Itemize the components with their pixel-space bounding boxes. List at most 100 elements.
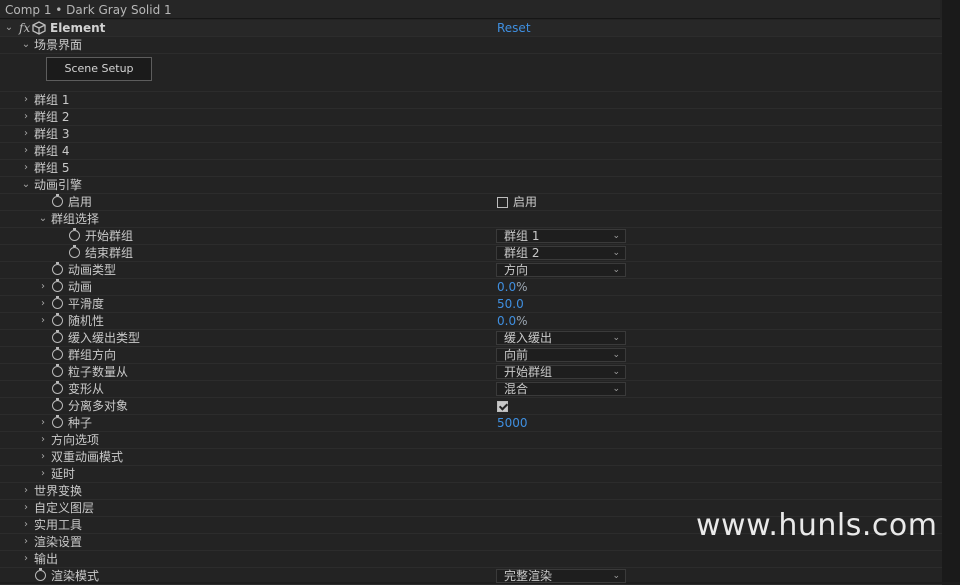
chevron-right-icon[interactable]: › [38, 468, 48, 480]
stopwatch-icon[interactable] [52, 296, 63, 309]
property-list: ⌄ fx Element Reset ⌄ 场景界面 Scene Setup › … [0, 20, 942, 585]
unit-label: % [516, 314, 528, 328]
chevron-right-icon[interactable]: › [21, 485, 31, 497]
chevron-right-icon[interactable]: › [21, 94, 31, 106]
effect-header-row[interactable]: ⌄ fx Element Reset [0, 20, 942, 37]
stopwatch-icon[interactable] [35, 568, 46, 581]
chevron-right-icon[interactable]: › [21, 553, 31, 565]
chevron-right-icon[interactable]: › [38, 281, 48, 293]
chevron-down-icon[interactable]: ⌄ [38, 213, 48, 225]
transform-dropdown[interactable]: 混合 ⌄ [496, 382, 626, 396]
particle-count-dropdown[interactable]: 开始群组 ⌄ [496, 365, 626, 379]
scene-section-label: 场景界面 [34, 38, 83, 52]
enable-label: 启用 [68, 195, 93, 209]
group-row[interactable]: › 群组 1 [0, 92, 942, 109]
world-transform-row[interactable]: › 世界变换 [0, 483, 942, 500]
chevron-down-icon[interactable]: ⌄ [21, 39, 31, 51]
ease-dropdown[interactable]: 缓入缓出 ⌄ [496, 331, 626, 345]
chevron-right-icon[interactable]: › [21, 162, 31, 174]
scene-setup-button[interactable]: Scene Setup [46, 57, 152, 81]
stopwatch-icon[interactable] [52, 347, 63, 360]
enable-checkbox[interactable] [497, 197, 508, 208]
end-group-dropdown[interactable]: 群组 2 ⌄ [496, 246, 626, 260]
chevron-right-icon[interactable]: › [38, 417, 48, 429]
dir-options-row[interactable]: › 方向选项 [0, 432, 942, 449]
stopwatch-icon[interactable] [52, 364, 63, 377]
separate-row: 分离多对象 [0, 398, 942, 415]
chevron-right-icon[interactable]: › [21, 128, 31, 140]
anim-engine-row[interactable]: ⌄ 动画引擎 [0, 177, 942, 194]
fx-icon[interactable]: fx [19, 20, 30, 37]
output-label: 输出 [34, 552, 59, 566]
anim-value[interactable]: 0.0% [497, 279, 528, 296]
chevron-down-icon: ⌄ [612, 231, 620, 241]
seed-value[interactable]: 5000 [497, 415, 528, 432]
transform-label: 变形从 [68, 382, 105, 396]
start-group-label: 开始群组 [85, 229, 134, 243]
group-select-row[interactable]: ⌄ 群组选择 [0, 211, 942, 228]
transform-row: 变形从 混合 ⌄ [0, 381, 942, 398]
render-mode-dropdown[interactable]: 完整渲染 ⌄ [496, 569, 626, 583]
anim-type-dropdown[interactable]: 方向 ⌄ [496, 263, 626, 277]
cube-icon [32, 21, 46, 35]
dropdown-value: 完整渲染 [504, 569, 553, 583]
stopwatch-icon[interactable] [69, 228, 80, 241]
delay-row[interactable]: › 延时 [0, 466, 942, 483]
chevron-right-icon[interactable]: › [21, 536, 31, 548]
stopwatch-icon[interactable] [52, 279, 63, 292]
chevron-right-icon[interactable]: › [38, 434, 48, 446]
chevron-down-icon[interactable]: ⌄ [4, 22, 14, 34]
dropdown-value: 混合 [504, 382, 529, 396]
group-dir-dropdown[interactable]: 向前 ⌄ [496, 348, 626, 362]
render-settings-label: 渲染设置 [34, 535, 83, 549]
smooth-row: › 平滑度 50.0 [0, 296, 942, 313]
start-group-dropdown[interactable]: 群组 1 ⌄ [496, 229, 626, 243]
chevron-right-icon[interactable]: › [21, 502, 31, 514]
chevron-right-icon[interactable]: › [38, 451, 48, 463]
render-mode-row: 渲染模式 完整渲染 ⌄ [0, 568, 942, 585]
stopwatch-icon[interactable] [52, 313, 63, 326]
group-select-label: 群组选择 [51, 212, 100, 226]
chevron-down-icon: ⌄ [612, 333, 620, 343]
numeric-value[interactable]: 0.0 [497, 280, 516, 294]
chevron-right-icon[interactable]: › [21, 111, 31, 123]
anim-type-label: 动画类型 [68, 263, 117, 277]
chevron-down-icon: ⌄ [612, 367, 620, 377]
anim-type-row: 动画类型 方向 ⌄ [0, 262, 942, 279]
seed-label: 种子 [68, 416, 93, 430]
group-label: 群组 3 [34, 127, 70, 141]
stopwatch-icon[interactable] [52, 194, 63, 207]
watermark: www.hunls.com [696, 508, 938, 543]
dropdown-value: 缓入缓出 [504, 331, 553, 345]
chevron-right-icon[interactable]: › [21, 145, 31, 157]
group-label: 群组 2 [34, 110, 70, 124]
stopwatch-icon[interactable] [52, 381, 63, 394]
group-label: 群组 4 [34, 144, 70, 158]
chevron-right-icon[interactable]: › [38, 315, 48, 327]
stopwatch-icon[interactable] [52, 330, 63, 343]
chevron-right-icon[interactable]: › [38, 298, 48, 310]
output-row[interactable]: › 输出 [0, 551, 942, 568]
stopwatch-icon[interactable] [52, 262, 63, 275]
group-row[interactable]: › 群组 3 [0, 126, 942, 143]
stopwatch-icon[interactable] [52, 415, 63, 428]
seed-row: › 种子 5000 [0, 415, 942, 432]
chevron-down-icon: ⌄ [612, 350, 620, 360]
chevron-right-icon[interactable]: › [21, 519, 31, 531]
stopwatch-icon[interactable] [52, 398, 63, 411]
scrollbar[interactable] [942, 0, 960, 582]
chevron-down-icon: ⌄ [612, 248, 620, 258]
group-row[interactable]: › 群组 5 [0, 160, 942, 177]
reset-link[interactable]: Reset [497, 20, 531, 37]
dual-anim-row[interactable]: › 双重动画模式 [0, 449, 942, 466]
random-value[interactable]: 0.0% [497, 313, 528, 330]
smooth-value[interactable]: 50.0 [497, 296, 524, 313]
enable-checkbox-label[interactable]: 启用 [513, 194, 537, 211]
scene-section-row[interactable]: ⌄ 场景界面 [0, 37, 942, 54]
separate-checkbox[interactable] [497, 401, 508, 412]
group-row[interactable]: › 群组 4 [0, 143, 942, 160]
chevron-down-icon[interactable]: ⌄ [21, 179, 31, 191]
group-row[interactable]: › 群组 2 [0, 109, 942, 126]
stopwatch-icon[interactable] [69, 245, 80, 258]
numeric-value[interactable]: 0.0 [497, 314, 516, 328]
